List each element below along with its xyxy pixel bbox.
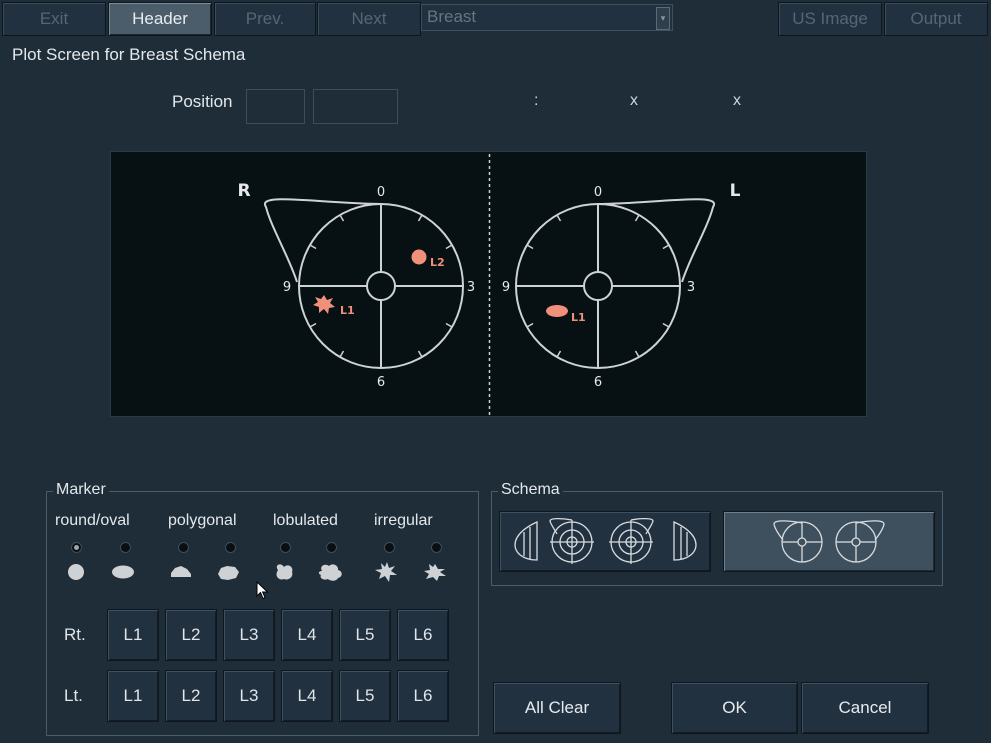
left-row-label: Lt. [64,686,83,705]
irregular-shape-icon-1 [375,562,397,582]
detailed-schema-icon [514,517,697,564]
left-clock-tick [662,244,670,250]
shape-label-lobulated: lobulated [273,512,338,529]
chevron-down-icon[interactable]: ▾ [656,7,670,30]
left-clock-tick [662,322,670,328]
radio-irregular-2[interactable] [431,542,442,553]
right-clock-tick [339,350,345,358]
right-lesion-l1-label: L1 [340,304,355,317]
oval-shape-icon [112,565,134,579]
next-button[interactable]: Next [317,2,421,36]
lt-lesion-l4-button[interactable]: L4 [281,670,333,722]
right-clock-6: 6 [377,375,385,390]
left-side-label: L [730,181,741,201]
radio-round[interactable] [71,542,82,553]
right-row-label: Rt. [64,625,86,644]
right-lesion-l2-label: L2 [430,256,445,269]
right-clock-tick [445,244,453,250]
schema-group-title: Schema [498,481,563,499]
radio-lobulated-2[interactable] [326,542,337,553]
coord-x-1: x [630,92,638,109]
rt-lesion-l5-button[interactable]: L5 [339,609,391,661]
polygonal-shape-icon-2 [218,566,239,580]
all-clear-button[interactable]: All Clear [493,682,621,734]
ok-button[interactable]: OK [671,682,798,734]
breast-schema-canvas[interactable]: R L 0 3 6 9 0 3 6 9 L2 L1 L1 [110,151,867,417]
left-breast-outline [597,198,716,283]
polygonal-shape-icon-1 [171,566,191,577]
left-clock-tick [556,214,562,222]
us-image-button[interactable]: US Image [778,2,882,36]
coord-separator: : [534,92,539,109]
marker-group-title: Marker [53,481,109,499]
radio-oval[interactable] [120,542,131,553]
lobulated-shape-icon-2 [318,564,342,581]
right-clock-tick [309,244,317,250]
cancel-button[interactable]: Cancel [801,682,929,734]
left-clock-tick [526,244,534,250]
radio-polygonal-1[interactable] [178,542,189,553]
left-clock-0: 0 [594,185,602,200]
radio-lobulated-1[interactable] [280,542,291,553]
shape-label-irregular: irregular [374,512,433,529]
left-nipple-circle [583,271,613,301]
right-clock-3: 3 [467,280,475,295]
position-field-1[interactable] [246,89,305,124]
schema-option-detailed[interactable] [499,511,711,572]
left-clock-9: 9 [502,280,510,295]
lt-lesion-l5-button[interactable]: L5 [339,670,391,722]
right-clock-tick [417,214,423,222]
rt-lesion-l1-button[interactable]: L1 [107,609,159,661]
round-shape-icon [68,564,84,580]
rt-lesion-l2-button[interactable]: L2 [165,609,217,661]
exit-button[interactable]: Exit [2,2,106,36]
schema-option-simple[interactable] [723,511,935,572]
right-side-label: R [237,181,250,201]
lt-lesion-l3-button[interactable]: L3 [223,670,275,722]
left-clock-tick [526,322,534,328]
lt-lesion-l2-button[interactable]: L2 [165,670,217,722]
right-lesion-l2-marker [411,249,427,265]
right-clock-tick [445,322,453,328]
position-field-2[interactable] [313,89,398,124]
radio-polygonal-2[interactable] [225,542,236,553]
lt-lesion-l1-button[interactable]: L1 [107,670,159,722]
lobulated-shape-icon-1 [276,564,293,580]
left-clock-tick [634,214,640,222]
simple-schema-icon [773,520,885,563]
rt-lesion-l3-button[interactable]: L3 [223,609,275,661]
left-clock-6: 6 [594,375,602,390]
irregular-shape-icon-2 [424,564,446,581]
output-button[interactable]: Output [884,2,988,36]
left-clock-tick [634,350,640,358]
right-clock-tick [309,322,317,328]
schema-type-combo[interactable]: Breast ▾ [421,4,673,31]
coord-x-2: x [733,92,741,109]
right-nipple-circle [366,271,396,301]
right-clock-tick [417,350,423,358]
rt-lesion-l6-button[interactable]: L6 [397,609,449,661]
rt-lesion-l4-button[interactable]: L4 [281,609,333,661]
right-breast-outline [263,198,382,283]
screen-title: Plot Screen for Breast Schema [12,45,246,64]
prev-button[interactable]: Prev. [214,2,316,36]
left-clock-tick [556,350,562,358]
position-label: Position [172,92,233,111]
schema-type-value: Breast [427,7,477,26]
header-button[interactable]: Header [108,2,212,36]
right-clock-0: 0 [377,185,385,200]
shape-label-round-oval: round/oval [55,512,130,529]
mouse-cursor-icon [256,581,269,600]
radio-irregular-1[interactable] [384,542,395,553]
right-lesion-l1-marker [313,295,335,314]
right-clock-tick [339,214,345,222]
left-clock-3: 3 [687,280,695,295]
left-lesion-l1-marker [546,305,568,317]
lt-lesion-l6-button[interactable]: L6 [397,670,449,722]
right-clock-9: 9 [283,280,291,295]
shape-label-polygonal: polygonal [168,512,237,529]
left-lesion-l1-label: L1 [571,311,586,324]
